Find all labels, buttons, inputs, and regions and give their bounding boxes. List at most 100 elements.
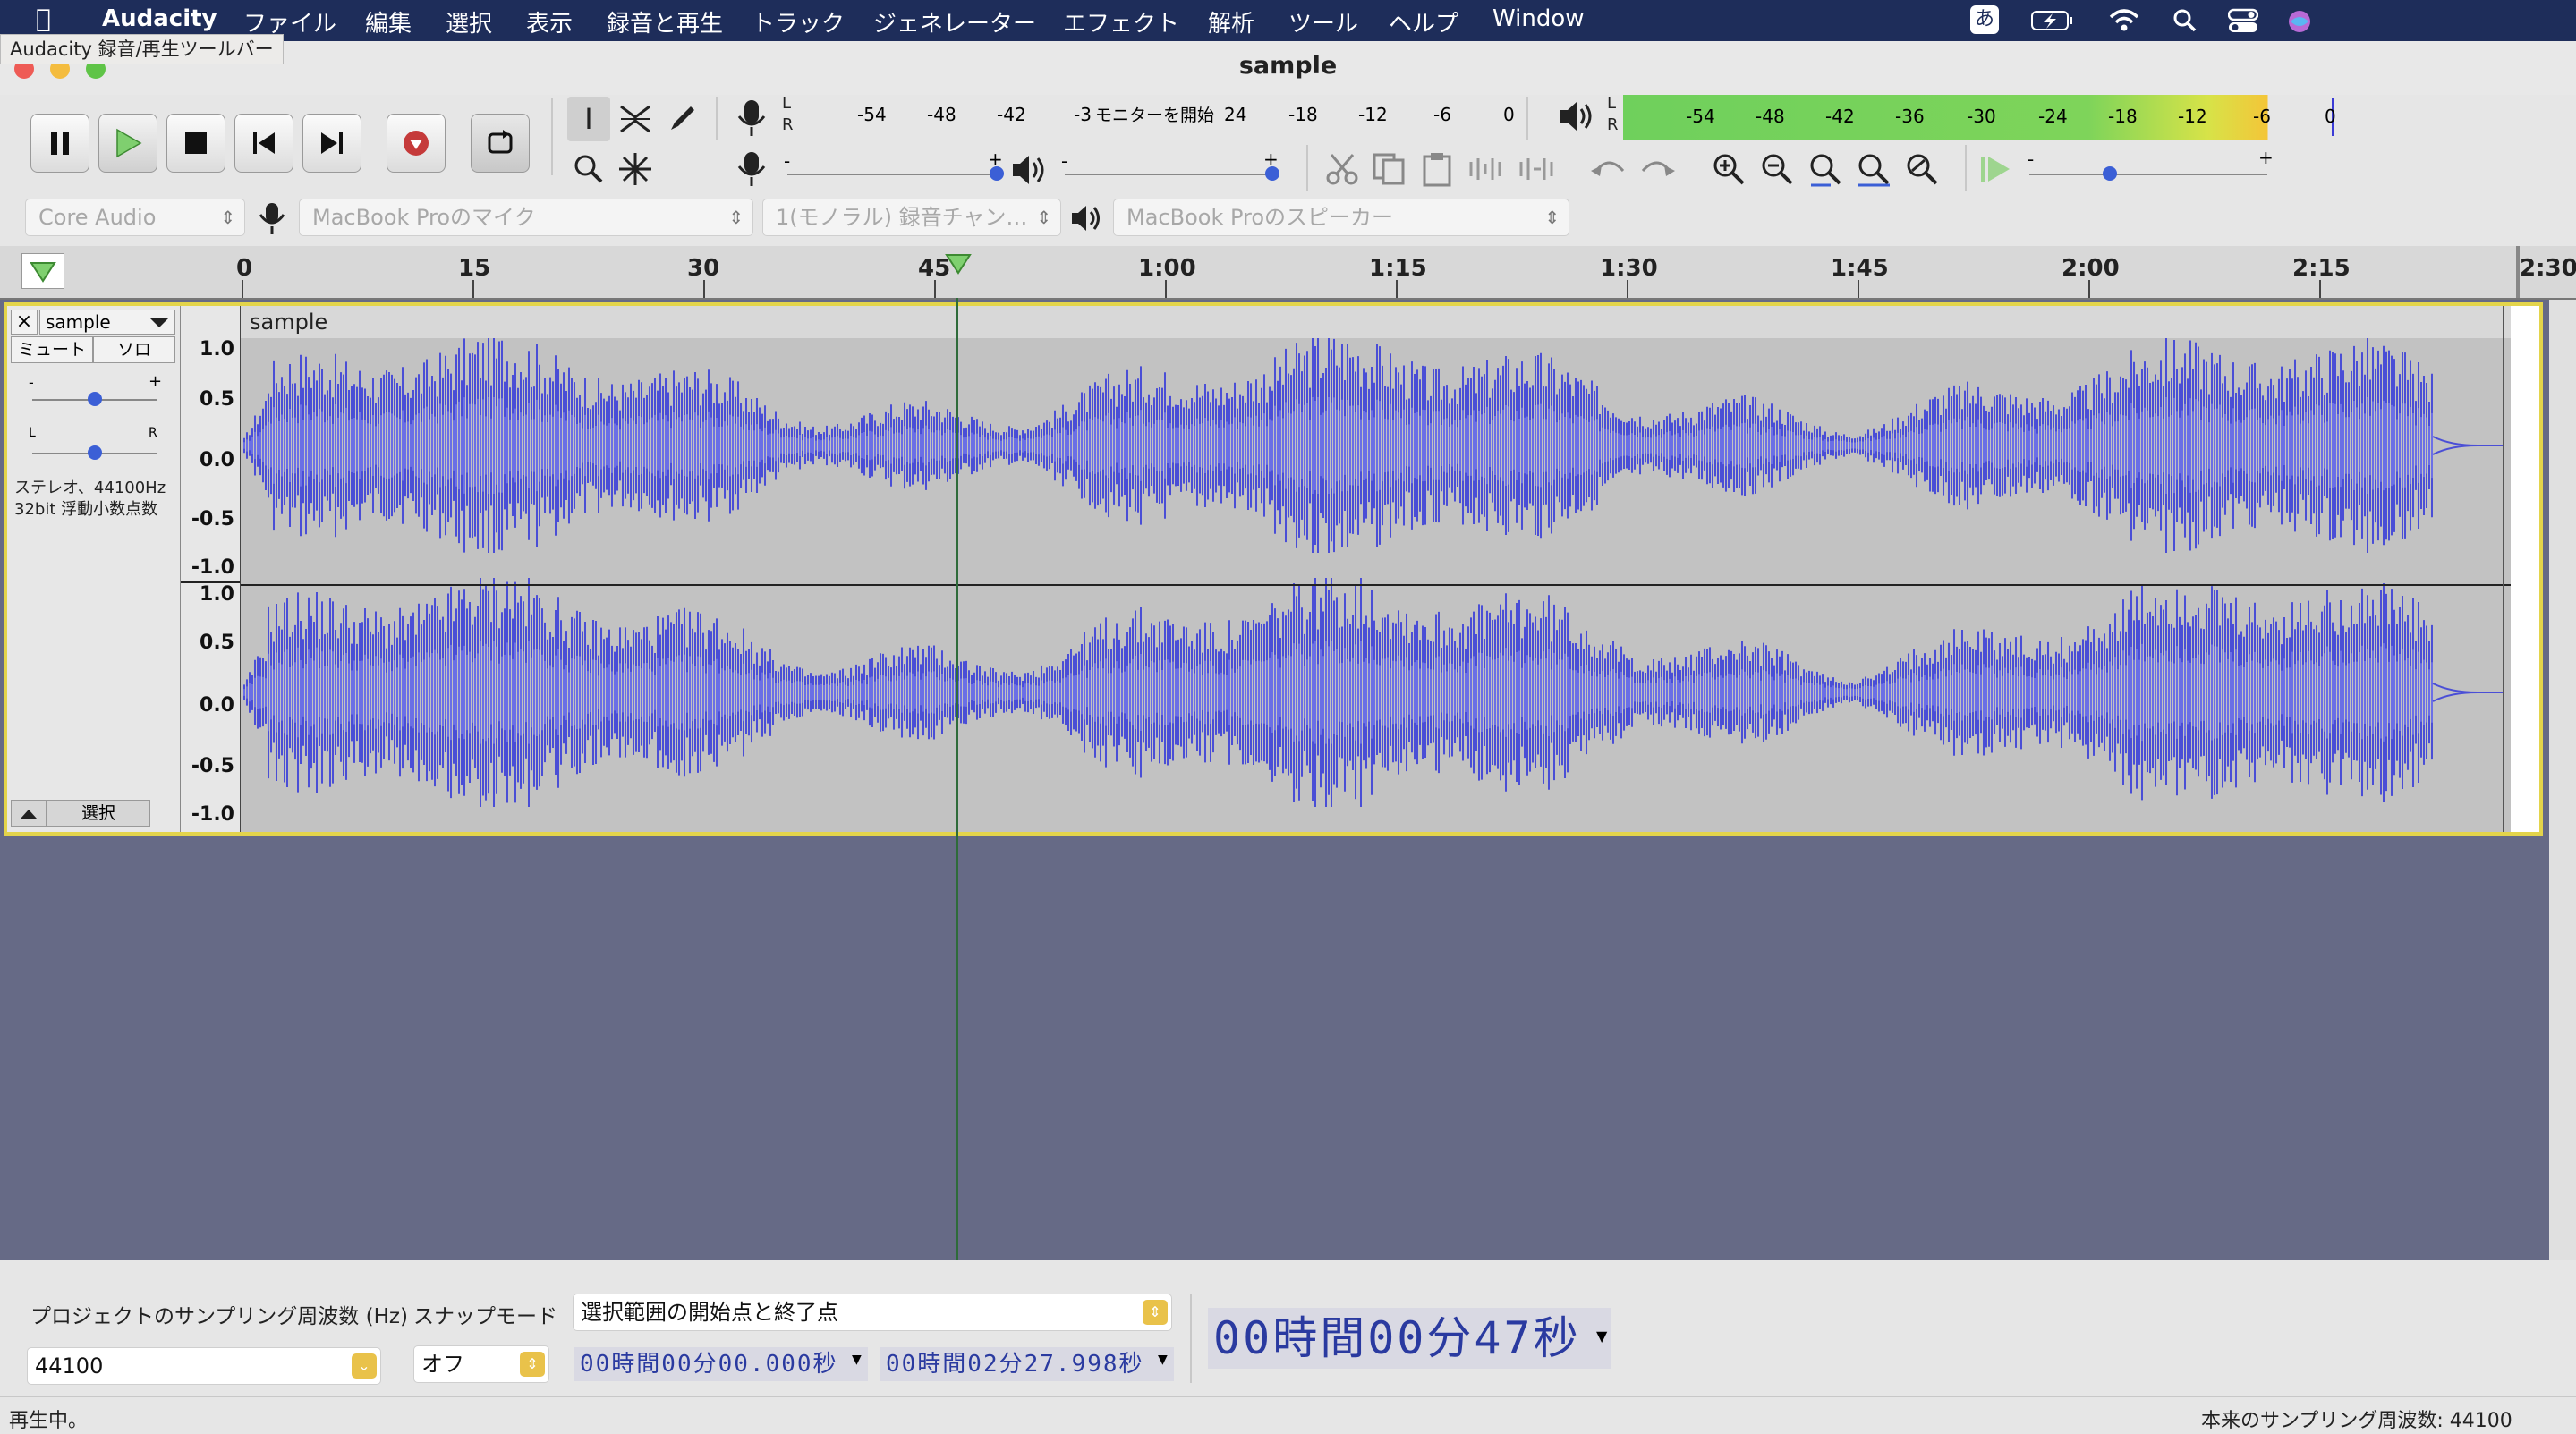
skip-to-end-button[interactable] — [302, 114, 361, 173]
zoom-out-icon[interactable] — [1756, 147, 1798, 191]
audio-position-display[interactable]: 00時間00分47秒 — [1208, 1308, 1611, 1369]
vertical-scrollbar[interactable] — [2549, 300, 2576, 1260]
playback-meter[interactable]: -54 -48 -42 -36 -30 -24 -18 -12 -6 0 — [1623, 95, 2373, 140]
select-track-button[interactable]: 選択 — [47, 800, 150, 827]
timeline-options-button[interactable] — [21, 253, 64, 289]
timeline-tick-label: 2:00 — [2062, 255, 2120, 282]
scale-label: 1.0 — [200, 583, 234, 606]
waveform-display[interactable] — [241, 338, 2511, 832]
fit-project-icon[interactable] — [1852, 147, 1895, 191]
monitor-start-label[interactable]: モニターを開始 — [1095, 102, 1214, 126]
meter-tick: -24 — [2038, 106, 2068, 127]
input-channels-select[interactable]: 1(モノラル) 録音チャン… ⇕ — [762, 199, 1061, 236]
project-rate-combo[interactable]: 44100 ⌄ — [27, 1347, 381, 1385]
record-button[interactable] — [387, 114, 446, 173]
zoom-toggle-icon[interactable] — [1900, 147, 1943, 191]
close-track-icon[interactable]: × — [11, 310, 38, 335]
menu-help[interactable]: ヘルプ — [1389, 5, 1458, 38]
playback-speed-thumb[interactable] — [2103, 166, 2117, 181]
mute-button[interactable]: ミュート — [11, 336, 93, 363]
zoom-tool-icon[interactable] — [567, 147, 610, 191]
timeline-tick — [472, 280, 474, 298]
playhead-triangle-icon — [945, 254, 972, 275]
track-name-menu[interactable]: sample — [39, 310, 175, 335]
app-menu[interactable]: Audacity — [102, 5, 217, 32]
play-button[interactable] — [98, 114, 157, 173]
collapse-track-button[interactable] — [11, 800, 47, 827]
triangle-up-icon — [21, 810, 37, 819]
play-at-speed-icon[interactable] — [1974, 147, 2017, 191]
output-device-select[interactable]: MacBook Proのスピーカー ⇕ — [1113, 199, 1569, 236]
solo-button[interactable]: ソロ — [93, 336, 175, 363]
audio-host-select[interactable]: Core Audio ⇕ — [25, 199, 245, 236]
menu-window[interactable]: Window — [1492, 5, 1585, 32]
snap-mode-select[interactable]: オフ ⇕ — [413, 1345, 549, 1383]
amplitude-scale[interactable]: 1.0 0.5 0.0 -0.5 -1.0 1.0 0.5 0.0 -0.5 -… — [181, 306, 241, 832]
menu-edit[interactable]: 編集 — [365, 5, 412, 38]
fit-selection-icon[interactable] — [1804, 147, 1847, 191]
record-meter[interactable]: -54 -48 -42 -3 モニターを開始 24 -18 -12 -6 0 — [795, 95, 1521, 140]
menu-tools[interactable]: ツール — [1288, 5, 1358, 38]
playback-volume-thumb[interactable] — [1265, 166, 1279, 181]
selection-mode-select[interactable]: 選択範囲の開始点と終了点 ⇕ — [573, 1294, 1172, 1331]
menu-tracks[interactable]: トラック — [752, 5, 845, 38]
wifi-icon[interactable] — [2108, 7, 2140, 32]
envelope-tool-icon[interactable] — [614, 97, 657, 141]
copy-icon[interactable] — [1367, 147, 1410, 191]
chevron-updown-icon: ⇕ — [1036, 207, 1051, 228]
playhead-marker[interactable] — [945, 253, 972, 278]
recording-volume-thumb[interactable] — [990, 166, 1004, 181]
playback-meter-speaker-icon[interactable] — [1557, 97, 1596, 140]
menu-effect[interactable]: エフェクト — [1063, 5, 1179, 38]
start-time-menu-icon[interactable]: ▼ — [852, 1353, 862, 1367]
menu-select[interactable]: 選択 — [446, 5, 492, 38]
undo-icon[interactable] — [1587, 147, 1630, 191]
redo-icon[interactable] — [1636, 147, 1679, 191]
timeline-tick-label: 2:15 — [2292, 255, 2351, 282]
record-meter-mic-icon[interactable] — [732, 97, 771, 143]
menu-transport[interactable]: 録音と再生 — [607, 5, 723, 38]
siri-icon[interactable] — [2287, 9, 2312, 34]
control-center-icon[interactable] — [2228, 8, 2258, 33]
menu-bar:  Audacity ファイル 編集 選択 表示 録音と再生 トラック ジェネレ… — [0, 0, 2576, 41]
multi-tool-icon[interactable] — [614, 147, 657, 191]
cut-icon[interactable] — [1321, 147, 1364, 191]
menu-analyze[interactable]: 解析 — [1208, 5, 1254, 38]
trim-audio-icon[interactable] — [1464, 147, 1507, 191]
selection-end-time[interactable]: 00時間02分27.998秒 — [880, 1347, 1174, 1381]
audio-clip[interactable]: sample — [241, 306, 2511, 832]
gain-slider-thumb[interactable] — [88, 392, 102, 406]
timeline-tick — [934, 280, 936, 298]
menu-view[interactable]: 表示 — [526, 5, 573, 38]
playhead-line — [956, 298, 958, 1260]
chevron-down-icon: ⌄ — [352, 1353, 377, 1379]
stop-button[interactable] — [166, 114, 225, 173]
paste-icon[interactable] — [1416, 147, 1458, 191]
silence-audio-icon[interactable] — [1514, 147, 1557, 191]
draw-tool-icon[interactable] — [660, 97, 703, 141]
input-device-select[interactable]: MacBook Proのマイク ⇕ — [299, 199, 753, 236]
record-icon — [404, 131, 429, 156]
zoom-in-icon[interactable] — [1707, 147, 1750, 191]
audio-position-menu-icon[interactable]: ▼ — [1596, 1328, 1607, 1345]
timeline-tick-label: 1:45 — [1831, 255, 1889, 282]
clip-header[interactable]: sample — [241, 306, 2511, 338]
pause-button[interactable] — [30, 114, 89, 173]
spotlight-search-icon[interactable] — [2172, 8, 2198, 33]
playback-volume-slider[interactable] — [1065, 174, 1274, 175]
selection-tool-icon[interactable]: I — [567, 97, 610, 141]
skip-to-start-button[interactable] — [234, 114, 293, 173]
pan-slider-thumb[interactable] — [88, 445, 102, 460]
loop-button[interactable] — [471, 114, 530, 173]
apple-icon[interactable]:  — [36, 4, 51, 33]
menu-generate[interactable]: ジェネレーター — [873, 5, 1036, 38]
recording-volume-mic-icon — [732, 150, 771, 193]
selection-start-time[interactable]: 00時間00分00.000秒 — [574, 1347, 868, 1381]
input-method-icon[interactable]: あ — [1970, 5, 1999, 34]
battery-icon[interactable] — [2031, 9, 2074, 32]
playback-speed-slider[interactable] — [2029, 174, 2267, 175]
recording-volume-slider[interactable] — [787, 174, 999, 175]
timeline-ruler[interactable]: 0 15 30 45 1:00 1:15 1:30 1:45 2:00 2:15… — [0, 246, 2576, 300]
end-time-menu-icon[interactable]: ▼ — [1158, 1353, 1168, 1367]
meter-tick: -6 — [2253, 106, 2271, 127]
